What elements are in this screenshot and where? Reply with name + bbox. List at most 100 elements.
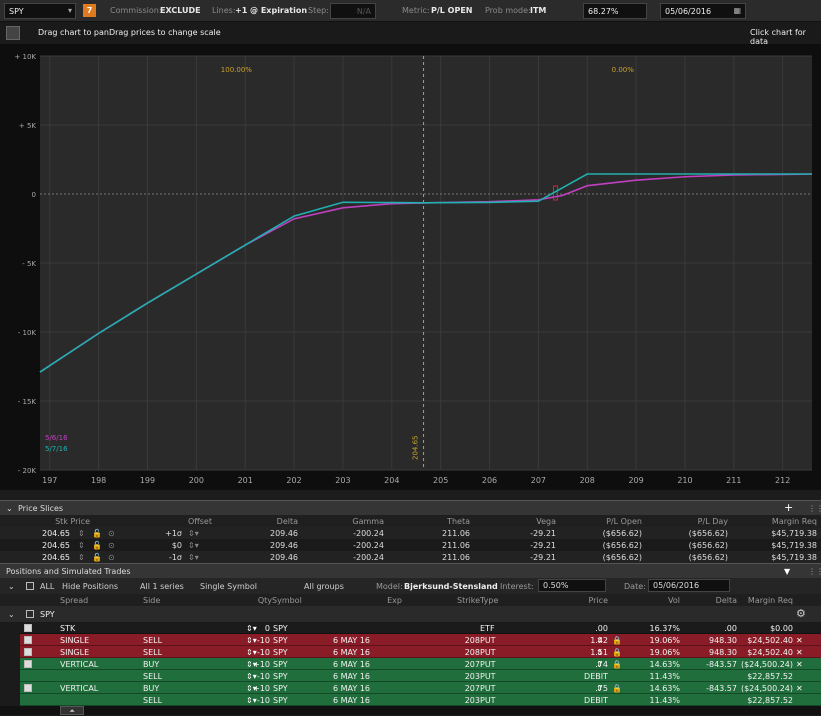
stepper-icon[interactable]: ⇕ xyxy=(78,529,85,538)
alert-badge[interactable]: 7 xyxy=(83,4,96,17)
price-stepper-icon[interactable]: ⇕ xyxy=(596,648,603,657)
grid-icon[interactable]: ⋮⋮ xyxy=(808,567,821,576)
prob-mode-value[interactable]: ITM xyxy=(530,6,546,15)
symbol-mode-dropdown[interactable]: Single Symbol xyxy=(200,582,257,591)
position-row[interactable]: SINGLE SELL -10 SPY 6 MAY 16 208 PUT 1.51 19.06%… xyxy=(0,646,821,658)
scroll-up-button[interactable]: ⏶ xyxy=(60,706,84,715)
add-slice-icon[interactable]: + xyxy=(784,501,793,514)
position-qty[interactable]: -10 xyxy=(257,672,270,681)
metric-value[interactable]: P/L OPEN xyxy=(431,6,473,15)
series-dropdown[interactable]: All 1 series xyxy=(140,582,184,591)
top-toolbar: SPY ▾ 7 Commission: EXCLUDE Lines: +1 @ E… xyxy=(0,0,821,22)
qty-stepper-icon[interactable]: ⇕▾ xyxy=(246,648,257,657)
price-stepper-icon[interactable]: ⇕ xyxy=(596,684,603,693)
grid-icon[interactable]: ⋮⋮ xyxy=(808,504,821,513)
reset-icon[interactable]: ⊙ xyxy=(108,553,115,562)
position-qty[interactable]: -10 xyxy=(257,648,270,657)
collapse-panel-icon[interactable]: ▼ xyxy=(784,567,790,576)
stepper-icon[interactable]: ⇕ xyxy=(78,553,85,562)
row-checkbox[interactable] xyxy=(24,624,32,632)
position-price[interactable]: .00 xyxy=(595,624,608,633)
offset-stepper-icon[interactable]: ⇕▾ xyxy=(188,529,199,538)
qty-stepper-icon[interactable]: ⇕▾ xyxy=(246,636,257,645)
groups-dropdown[interactable]: All groups xyxy=(304,582,344,591)
qty-stepper-icon[interactable]: ⇕▾ xyxy=(246,624,257,633)
close-icon[interactable]: ✕ xyxy=(796,660,803,669)
stepper-icon[interactable]: ⇕ xyxy=(78,541,85,550)
qty-stepper-icon[interactable]: ⇕▾ xyxy=(246,660,257,669)
position-price[interactable]: DEBIT xyxy=(584,672,608,681)
group-checkbox[interactable] xyxy=(26,610,34,618)
lock-icon[interactable]: 🔓 xyxy=(92,553,102,562)
qty-stepper-icon[interactable]: ⇕▾ xyxy=(246,696,257,705)
risk-profile-chart[interactable]: 197 198 199 200 201 202 203 204 205 206 207 208 209 2… xyxy=(0,44,821,490)
calendar-icon[interactable]: ▦ xyxy=(733,6,741,15)
position-qty[interactable]: -10 xyxy=(257,636,270,645)
stock-price-value[interactable]: 204.65 xyxy=(42,529,70,538)
probability-field[interactable]: 68.27% xyxy=(583,3,647,19)
group-row[interactable]: ⌄ SPY ⚙ xyxy=(0,606,821,622)
lock-icon[interactable]: 🔒 xyxy=(612,648,622,657)
position-row[interactable]: SELL -10 SPY 6 MAY 16 203 PUT DEBIT 11.43% $22,8… xyxy=(0,670,821,682)
reset-icon[interactable]: ⊙ xyxy=(108,541,115,550)
positions-date-field[interactable]: 05/06/2016 xyxy=(648,579,730,592)
price-slice-row[interactable]: 204.65 ⇕ 🔓 ⊙ $0 209.46 -200.24 211.06 -29.21 ($65… xyxy=(0,539,821,551)
interest-field[interactable]: 0.50% xyxy=(538,579,606,592)
chart-settings-icon[interactable] xyxy=(6,26,20,40)
positions-header: Positions and Simulated Trades ▼ ⋮⋮ xyxy=(0,563,821,578)
position-row[interactable]: SELL -10 SPY 6 MAY 16 203 PUT DEBIT 11.43% $22,8… xyxy=(0,694,821,706)
lock-icon[interactable]: 🔒 xyxy=(612,684,622,693)
position-qty[interactable]: 0 xyxy=(265,624,270,633)
row-checkbox[interactable] xyxy=(24,660,32,668)
row-checkbox[interactable] xyxy=(24,648,32,656)
position-row[interactable]: VERTICAL BUY +10 SPY 6 MAY 16 207 PUT .74 14.63%… xyxy=(0,658,821,670)
expand-icon[interactable]: ⌄ xyxy=(8,582,15,591)
slice-cell: -200.24 xyxy=(353,529,384,538)
reset-icon[interactable]: ⊙ xyxy=(108,529,115,538)
date-field[interactable]: 05/06/2016 ▦ xyxy=(660,3,746,19)
position-row[interactable]: STK 0 SPY ETF .00 16.37% .00 $0.00 ⇕▾ xyxy=(0,622,821,634)
positions-title: Positions and Simulated Trades xyxy=(6,567,131,576)
price-slice-row[interactable]: 204.65 ⇕ 🔓 ⊙ +1σ 209.46 -200.24 211.06 -29.21 ($6… xyxy=(0,527,821,539)
row-checkbox[interactable] xyxy=(24,636,32,644)
slice-cell: -29.21 xyxy=(530,541,556,550)
price-stepper-icon[interactable]: ⇕ xyxy=(596,636,603,645)
collapse-icon[interactable]: ⌄ xyxy=(6,504,13,513)
position-row[interactable]: SINGLE SELL -10 SPY 6 MAY 16 208 PUT 1.42 19.06%… xyxy=(0,634,821,646)
hide-positions-dropdown[interactable]: Hide Positions xyxy=(62,582,118,591)
position-delta: .00 xyxy=(724,624,737,633)
expand-icon[interactable]: ⌄ xyxy=(8,610,15,619)
position-qty[interactable]: -10 xyxy=(257,696,270,705)
lock-icon[interactable]: 🔓 xyxy=(92,529,102,538)
close-icon[interactable]: ✕ xyxy=(796,648,803,657)
position-row[interactable]: VERTICAL BUY +10 SPY 6 MAY 16 207 PUT .75 14.63%… xyxy=(0,682,821,694)
symbol-selector[interactable]: SPY ▾ xyxy=(4,3,76,19)
qty-stepper-icon[interactable]: ⇕▾ xyxy=(246,684,257,693)
offset-stepper-icon[interactable]: ⇕▾ xyxy=(188,553,199,562)
stock-price-value[interactable]: 204.65 xyxy=(42,541,70,550)
position-price[interactable]: DEBIT xyxy=(584,696,608,705)
lines-value[interactable]: +1 @ Expiration xyxy=(235,6,307,15)
commission-value[interactable]: EXCLUDE xyxy=(160,6,201,15)
slice-cell: -29.21 xyxy=(530,529,556,538)
positions-table: STK 0 SPY ETF .00 16.37% .00 $0.00 ⇕▾ SINGLE SELL -… xyxy=(0,622,821,715)
model-dropdown[interactable]: Bjerksund-Stensland xyxy=(404,582,498,591)
lock-icon[interactable]: 🔒 xyxy=(612,636,622,645)
x-tick-label: 208 xyxy=(580,476,595,485)
close-icon[interactable]: ✕ xyxy=(796,636,803,645)
close-icon[interactable]: ✕ xyxy=(796,684,803,693)
position-strike: 203 xyxy=(464,696,480,705)
position-side: SELL xyxy=(143,636,163,645)
chart-svg[interactable]: 197 198 199 200 201 202 203 204 205 206 207 208 209 2… xyxy=(0,44,821,490)
lock-icon[interactable]: 🔒 xyxy=(612,660,622,669)
stock-price-value[interactable]: 204.65 xyxy=(42,553,70,562)
step-field[interactable]: N/A xyxy=(330,3,376,19)
lock-icon[interactable]: 🔓 xyxy=(92,541,102,550)
row-checkbox[interactable] xyxy=(24,684,32,692)
price-slice-row[interactable]: 204.65 ⇕ 🔓 ⊙ -1σ 209.46 -200.24 211.06 -29.21 ($6… xyxy=(0,551,821,563)
qty-stepper-icon[interactable]: ⇕▾ xyxy=(246,672,257,681)
offset-stepper-icon[interactable]: ⇕▾ xyxy=(188,541,199,550)
gear-icon[interactable]: ⚙ xyxy=(796,607,806,620)
select-all-checkbox[interactable] xyxy=(26,582,34,590)
price-stepper-icon[interactable]: ⇕ xyxy=(596,660,603,669)
